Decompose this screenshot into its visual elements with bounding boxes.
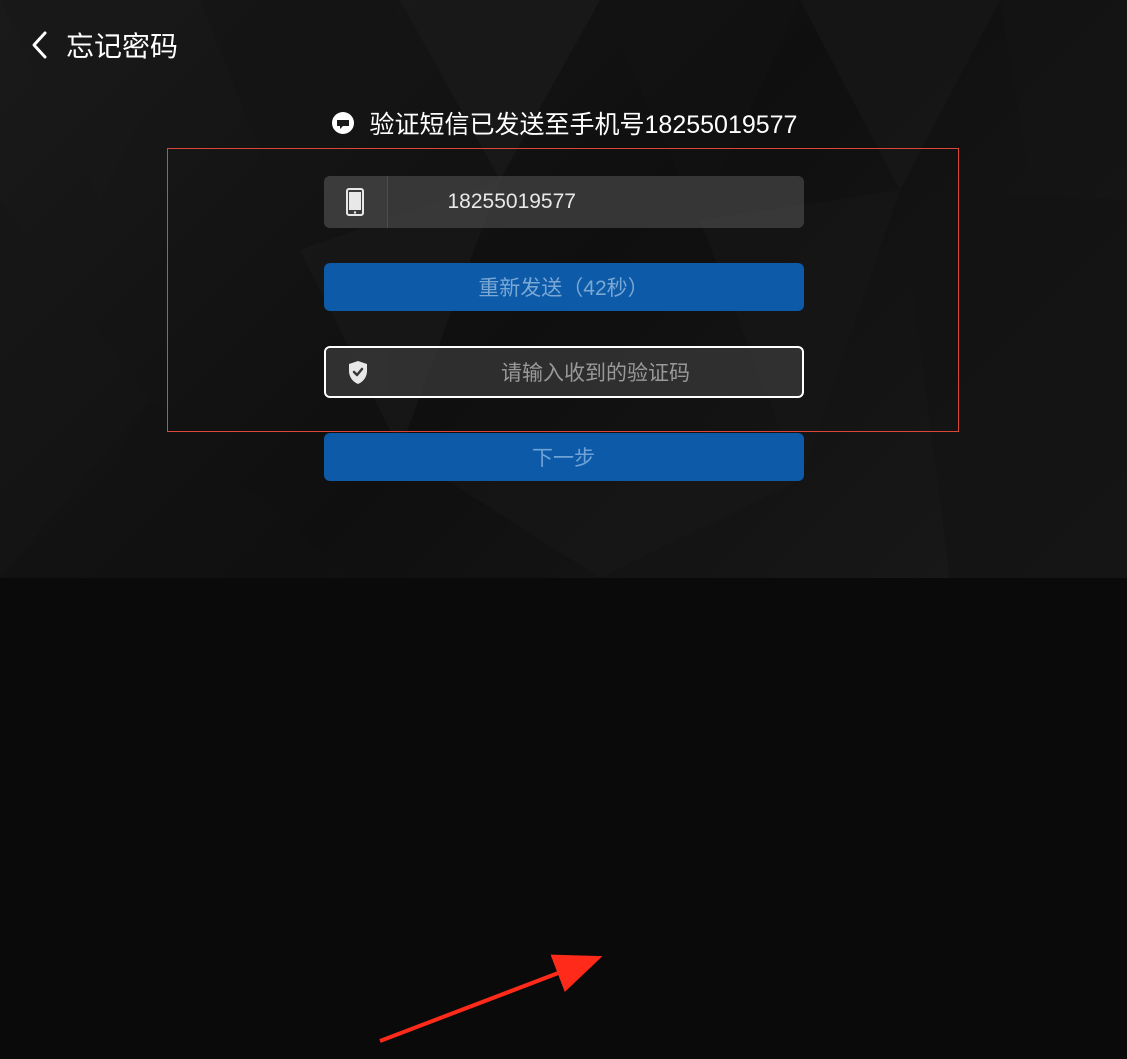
page-title: 忘记密码 (66, 25, 178, 65)
code-placeholder: 请输入收到的验证码 (390, 357, 802, 387)
header: 忘记密码 (0, 0, 1127, 90)
sms-notice: 验证短信已发送至手机号18255019577 (330, 105, 798, 141)
shield-icon (326, 348, 390, 396)
resend-label: 重新发送（42秒） (478, 272, 648, 302)
phone-input[interactable]: 18255019577 (324, 176, 804, 228)
sms-icon (330, 110, 356, 136)
next-label: 下一步 (532, 442, 595, 472)
resend-button[interactable]: 重新发送（42秒） (324, 263, 804, 311)
next-button[interactable]: 下一步 (324, 433, 804, 481)
phone-icon (324, 176, 388, 228)
back-icon[interactable] (30, 30, 48, 60)
notice-text: 验证短信已发送至手机号18255019577 (370, 105, 798, 141)
code-input[interactable]: 请输入收到的验证码 (324, 346, 804, 398)
phone-value: 18255019577 (388, 190, 804, 214)
